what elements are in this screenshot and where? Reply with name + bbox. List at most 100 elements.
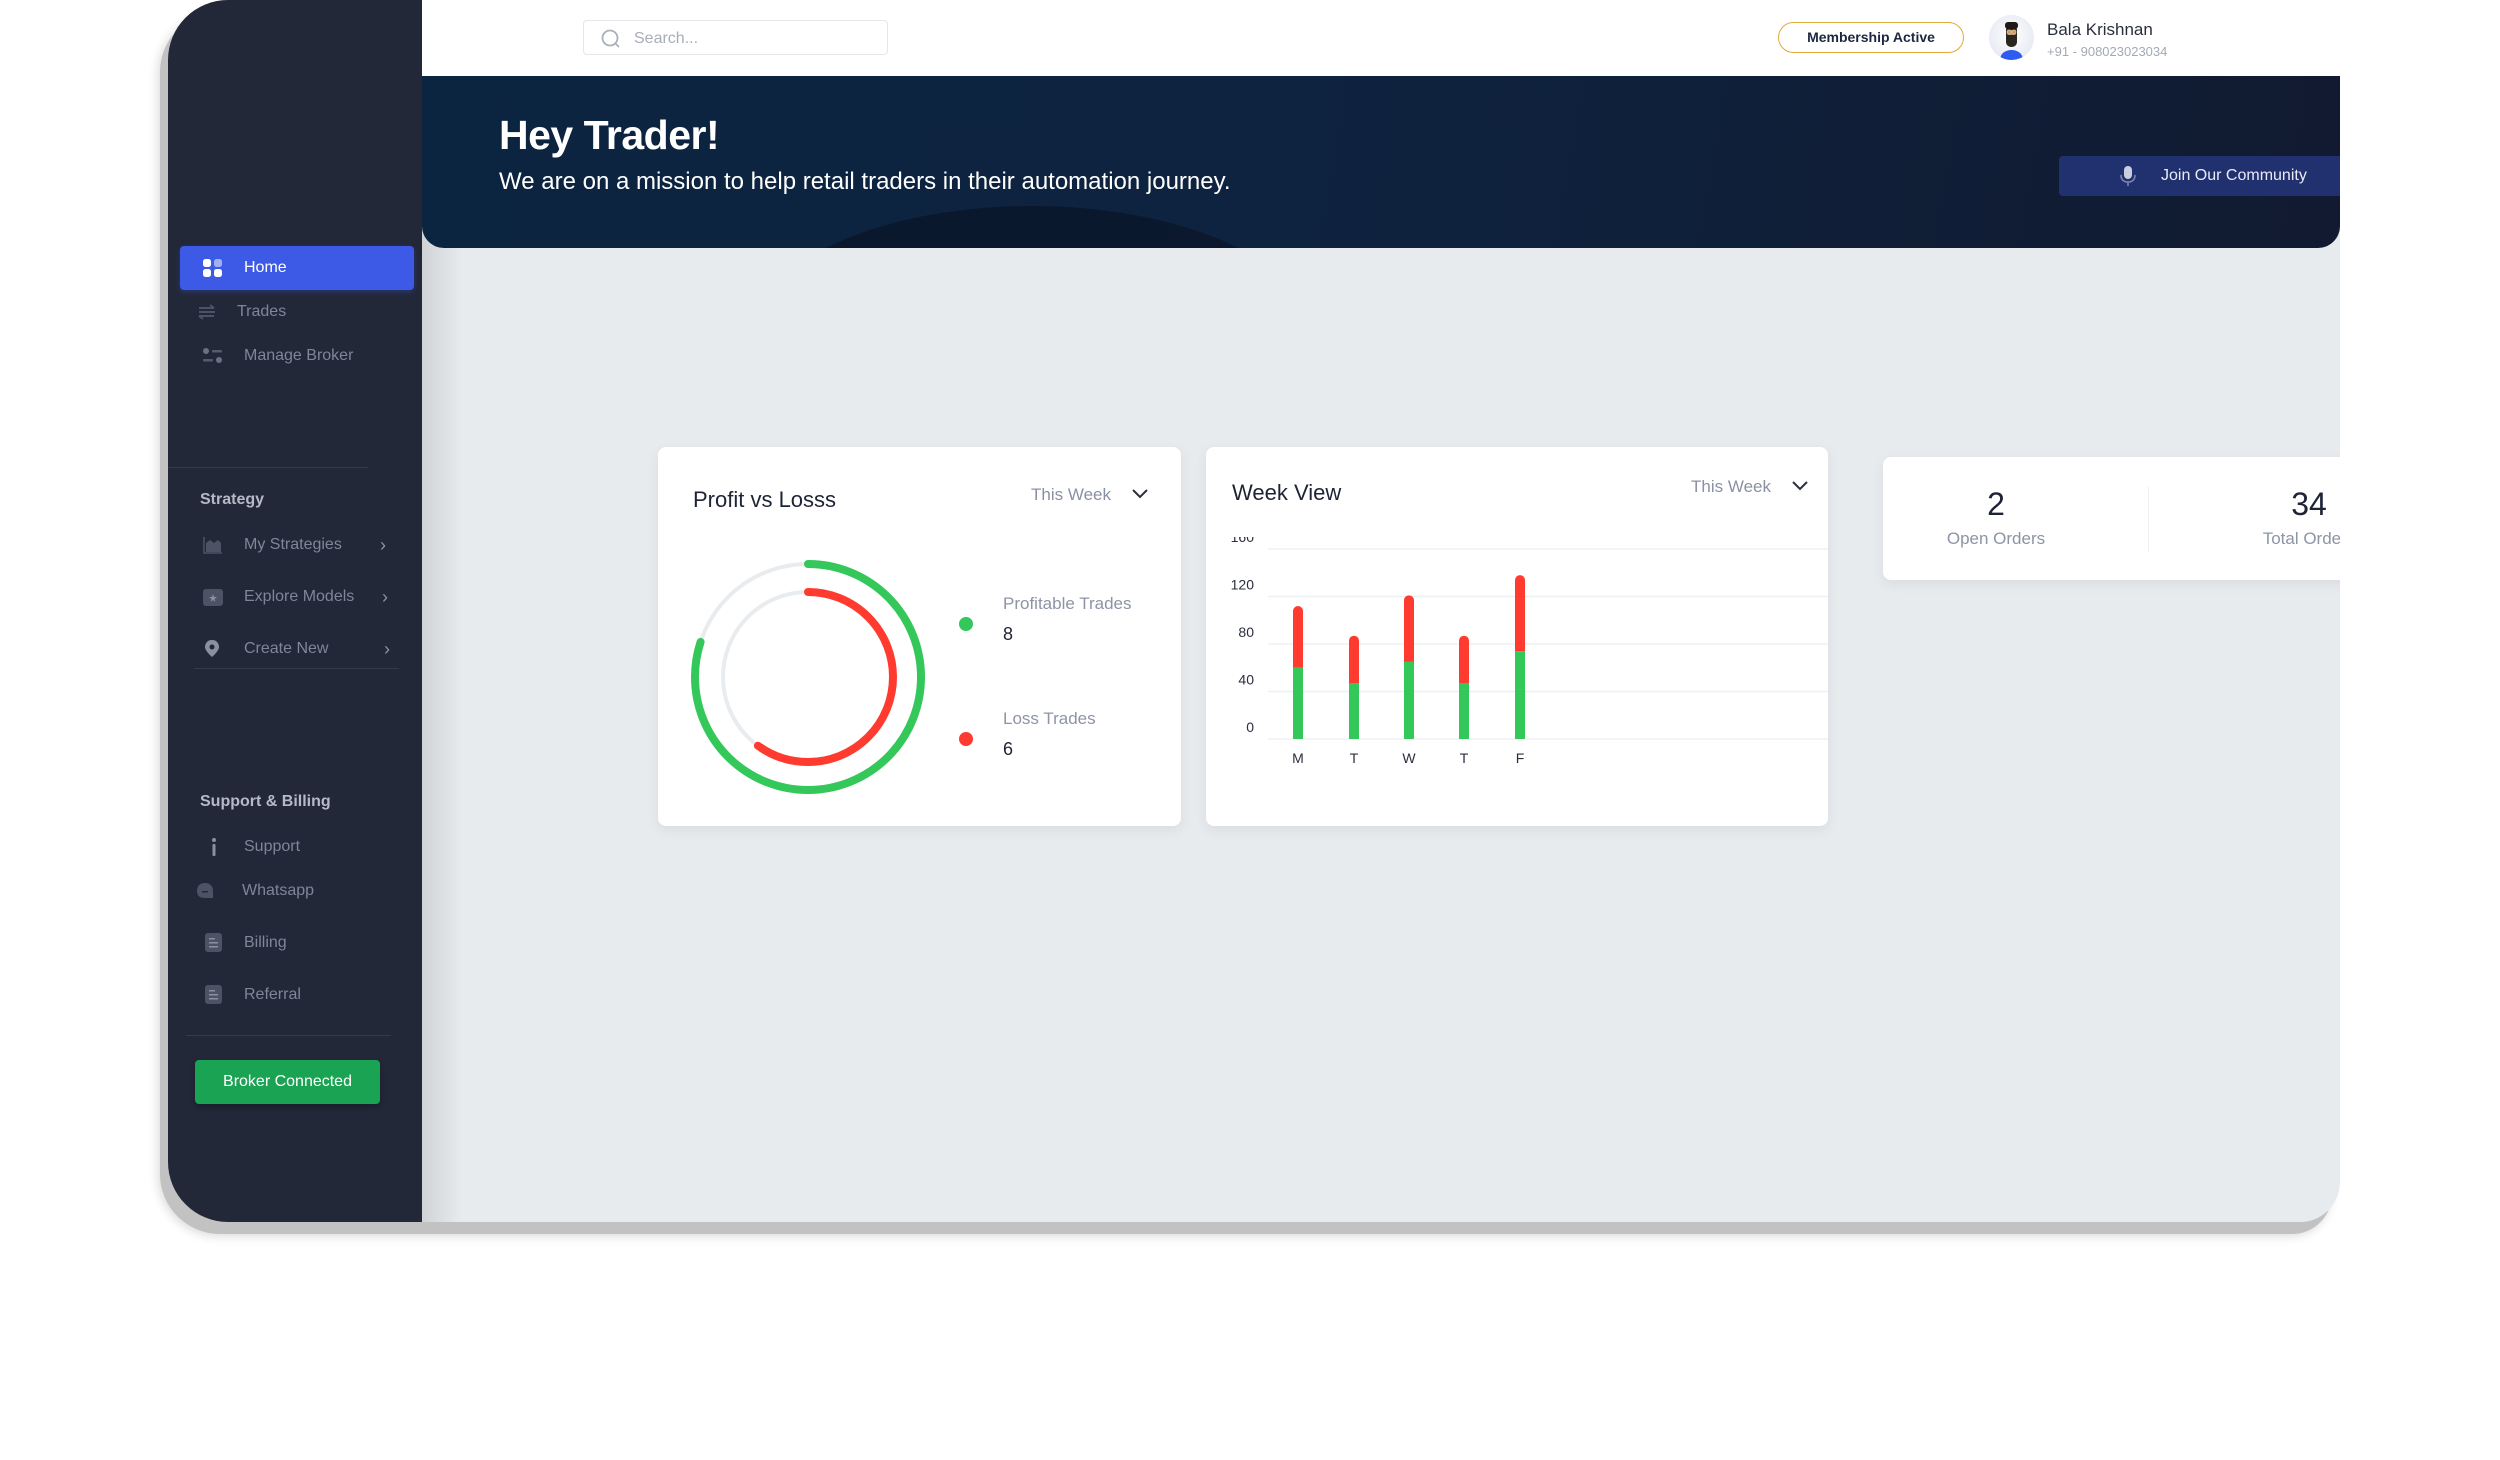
sidebar-item-label: Billing <box>244 934 287 951</box>
sidebar-item-create-new[interactable]: Create New › <box>180 627 414 671</box>
x-tick-label: F <box>1516 750 1525 766</box>
microphone-icon <box>2119 165 2137 192</box>
welcome-banner: Hey Trader! We are on a mission to help … <box>422 76 2340 248</box>
sidebar-item-home[interactable]: Home <box>180 246 414 290</box>
sidebar-item-whatsapp[interactable]: Whatsapp <box>180 869 414 913</box>
main-area: Membership Active Bala Krishnan +91 - 90… <box>422 0 2340 1222</box>
sliders-icon <box>202 346 224 366</box>
bar-segment-profit <box>1404 661 1414 739</box>
sidebar-item-my-strategies[interactable]: My Strategies › <box>180 523 414 567</box>
period-label: This Week <box>1031 485 1111 504</box>
chart-area-icon <box>202 535 224 555</box>
sidebar-divider <box>186 1035 391 1036</box>
search-input[interactable] <box>632 21 876 56</box>
chevron-down-icon <box>1132 489 1148 499</box>
banner-decoration <box>752 206 1312 248</box>
sidebar-item-manage-broker[interactable]: Manage Broker <box>180 334 414 378</box>
sidebar-item-label: Whatsapp <box>242 882 315 899</box>
sidebar-item-referral[interactable]: Referral <box>180 973 414 1017</box>
bar-segment-loss <box>1293 606 1303 668</box>
grid-icon <box>202 258 224 278</box>
bar-segment-loss <box>1515 575 1525 652</box>
chat-bubble-icon <box>196 881 218 901</box>
legend-label-loss: Loss Trades <box>1003 709 1096 728</box>
section-heading-support-billing: Support & Billing <box>200 793 331 810</box>
sidebar-item-label: Home <box>244 259 287 276</box>
week-view-card: Week View This Week 0 40 80 120 160 M T W T F <box>1206 447 1828 826</box>
bar-segment-loss <box>1349 635 1359 684</box>
sidebar-item-trades[interactable]: Trades <box>180 290 414 334</box>
membership-status-badge: Membership Active <box>1778 22 1964 53</box>
sidebar-item-explore-models[interactable]: Explore Models › <box>180 575 414 619</box>
week-bar-chart: 0 40 80 120 160 M T W T F <box>1231 537 1828 766</box>
swap-arrows-icon <box>196 302 218 322</box>
sidebar-item-label: Trades <box>237 303 287 320</box>
legend-dot-loss <box>959 732 973 746</box>
user-phone: +91 - 908023023034 <box>2047 44 2168 59</box>
sidebar-item-label: Support <box>244 838 301 855</box>
bar-segment-profit <box>1349 683 1359 739</box>
profit-loss-ring-chart <box>691 560 925 794</box>
period-label: This Week <box>1691 477 1771 496</box>
user-avatar-icon <box>2000 22 2023 60</box>
y-tick-label: 80 <box>1238 624 1254 640</box>
y-tick-label: 160 <box>1231 537 1255 545</box>
avatar[interactable] <box>1989 15 2034 60</box>
legend-dot-profit <box>959 617 973 631</box>
top-bar: Membership Active Bala Krishnan +91 - 90… <box>422 0 2340 76</box>
sidebar-item-support[interactable]: Support <box>180 825 414 869</box>
y-tick-label: 120 <box>1231 577 1255 593</box>
sidebar-item-label: Referral <box>244 986 301 1003</box>
y-tick-label: 0 <box>1246 719 1254 735</box>
open-orders-label: Open Orders <box>1946 529 2046 548</box>
chevron-right-icon: › <box>384 639 390 659</box>
legend-label-profitable: Profitable Trades <box>1003 594 1132 613</box>
user-name: Bala Krishnan <box>2047 20 2153 39</box>
sidebar-item-billing[interactable]: Billing <box>180 921 414 965</box>
broker-connected-button[interactable]: Broker Connected <box>195 1060 380 1104</box>
star-ticket-icon <box>202 587 224 607</box>
join-community-label: Join Our Community <box>2161 167 2307 184</box>
sidebar-item-label: Explore Models <box>244 588 355 605</box>
bar-segment-profit <box>1515 651 1525 739</box>
x-tick-label: M <box>1292 750 1304 766</box>
document-icon <box>202 933 224 953</box>
bar-segment-loss <box>1404 595 1414 662</box>
y-tick-label: 40 <box>1238 672 1254 688</box>
sidebar: Home Trades Manage Broker Strategy My St… <box>168 0 422 1222</box>
x-tick-label: T <box>1460 750 1469 766</box>
chevron-right-icon: › <box>382 587 388 607</box>
join-community-button[interactable]: Join Our Community <box>2059 156 2340 196</box>
sidebar-divider <box>194 668 399 669</box>
open-orders-value: 2 <box>1987 486 2005 522</box>
orders-card: 2 Open Orders 34 Total Orders <box>1883 457 2340 580</box>
search-icon <box>601 29 620 48</box>
bar-segment-loss <box>1459 635 1469 684</box>
chevron-down-icon <box>1792 481 1808 491</box>
loss-trades-value: 6 <box>1003 739 1014 759</box>
search-box[interactable] <box>583 20 888 56</box>
app-window: Home Trades Manage Broker Strategy My St… <box>168 0 2340 1222</box>
banner-subtitle: We are on a mission to help retail trade… <box>499 168 1231 195</box>
map-pin-icon <box>202 639 224 659</box>
total-orders-label: Total Orders <box>2262 529 2340 548</box>
sidebar-item-label: Create New <box>244 640 329 657</box>
profit-vs-loss-card: Profit vs Losss This Week Profitable Tra… <box>658 447 1181 826</box>
bar-segment-profit <box>1293 667 1303 739</box>
bar-segment-profit <box>1459 683 1469 739</box>
x-tick-label: W <box>1402 750 1416 766</box>
period-dropdown[interactable]: This Week <box>1691 477 1816 497</box>
document-icon <box>202 985 224 1005</box>
total-orders-value: 34 <box>2291 486 2327 522</box>
stat-divider <box>2148 486 2149 552</box>
card-title: Week View <box>1232 480 1342 505</box>
card-title: Profit vs Losss <box>693 487 837 512</box>
sidebar-item-label: Manage Broker <box>244 347 354 364</box>
info-icon <box>202 837 224 857</box>
sidebar-item-label: My Strategies <box>244 536 342 553</box>
period-dropdown[interactable]: This Week <box>1031 485 1156 505</box>
chevron-right-icon: › <box>380 535 386 555</box>
banner-title: Hey Trader! <box>499 112 720 158</box>
sidebar-divider <box>168 467 368 468</box>
x-tick-label: T <box>1350 750 1359 766</box>
